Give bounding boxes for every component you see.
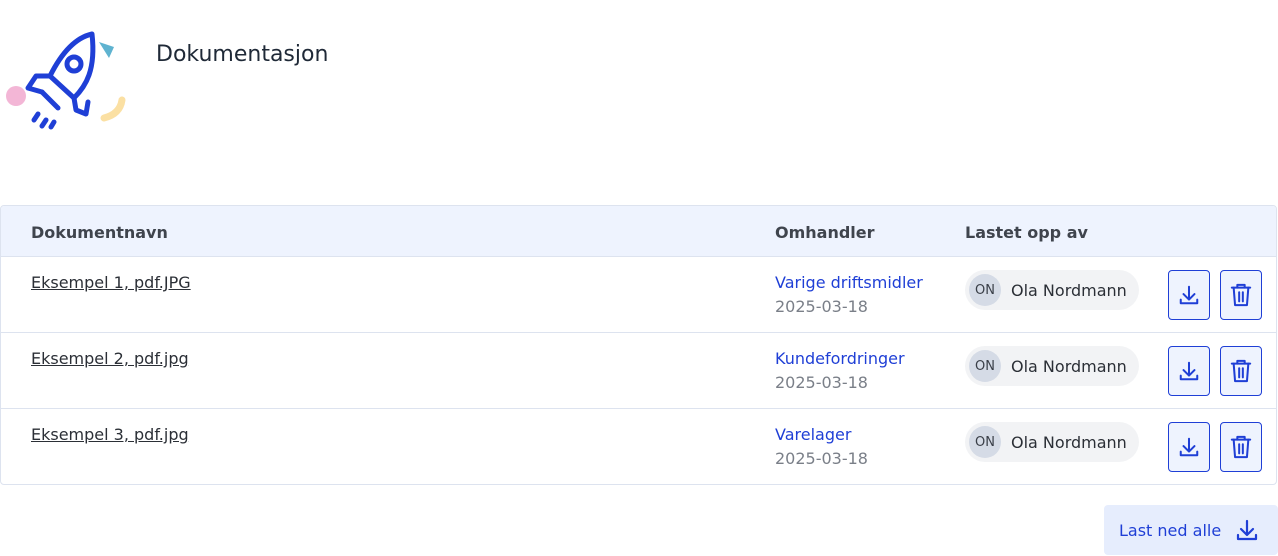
delete-button[interactable] [1220,422,1262,472]
download-button[interactable] [1168,270,1210,320]
download-icon [1179,361,1199,381]
table-row: Eksempel 2, pdf.jpg Kundefordringer 2025… [1,333,1276,409]
document-link[interactable]: Eksempel 2, pdf.jpg [31,349,189,368]
document-link[interactable]: Eksempel 1, pdf.JPG [31,273,191,292]
rocket-icon [6,31,126,130]
uploader-chip: ON Ola Nordmann [965,346,1139,386]
download-all-label: Last ned alle [1119,520,1222,540]
download-all-button[interactable]: Last ned alle [1104,505,1278,555]
page-title: Dokumentasjon [156,42,329,67]
uploader-name: Ola Nordmann [1011,356,1127,376]
topic-label: Varige driftsmidler [775,273,923,292]
upload-date: 2025-03-18 [775,449,868,468]
column-header-uploaded-by: Lastet opp av [965,223,1088,242]
table-row: Eksempel 1, pdf.JPG Varige driftsmidler … [1,257,1276,333]
upload-date: 2025-03-18 [775,373,868,392]
download-icon [1236,519,1258,541]
table-row: Eksempel 3, pdf.jpg Varelager 2025-03-18… [1,409,1276,484]
uploader-chip: ON Ola Nordmann [965,270,1139,310]
upload-date: 2025-03-18 [775,297,868,316]
column-header-topic: Omhandler [775,223,875,242]
avatar: ON [969,350,1001,382]
document-link[interactable]: Eksempel 3, pdf.jpg [31,425,189,444]
delete-button[interactable] [1220,270,1262,320]
trash-icon [1230,359,1252,383]
trash-icon [1230,283,1252,307]
topic-label: Kundefordringer [775,349,905,368]
uploader-name: Ola Nordmann [1011,280,1127,300]
avatar: ON [969,274,1001,306]
column-header-name: Dokumentnavn [31,223,168,242]
download-button[interactable] [1168,422,1210,472]
avatar: ON [969,426,1001,458]
delete-button[interactable] [1220,346,1262,396]
uploader-chip: ON Ola Nordmann [965,422,1139,462]
download-icon [1179,437,1199,457]
download-button[interactable] [1168,346,1210,396]
download-icon [1179,285,1199,305]
table-header: Dokumentnavn Omhandler Lastet opp av [1,206,1276,257]
trash-icon [1230,435,1252,459]
documents-table: Dokumentnavn Omhandler Lastet opp av Eks… [0,205,1277,485]
uploader-name: Ola Nordmann [1011,432,1127,452]
topic-label: Varelager [775,425,852,444]
page-header: Dokumentasjon [0,0,1278,150]
